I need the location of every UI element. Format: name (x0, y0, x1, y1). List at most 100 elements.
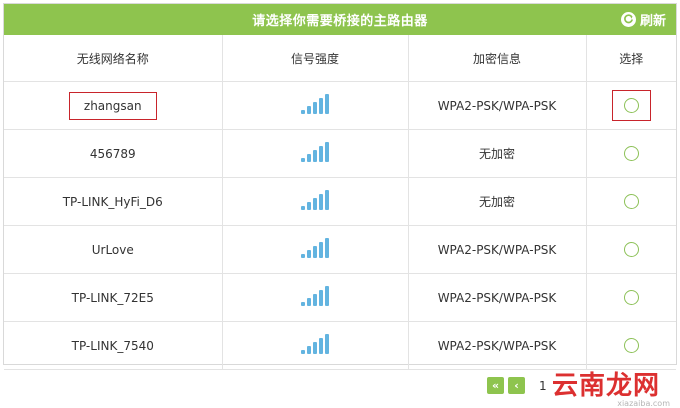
table-header-row: 无线网络名称 信号强度 加密信息 选择 (4, 35, 676, 82)
wifi-signal-icon (301, 190, 329, 210)
signal-bar (301, 110, 305, 114)
first-page-button[interactable]: « (487, 377, 504, 394)
select-radio-button[interactable] (623, 194, 639, 209)
refresh-icon (620, 12, 636, 27)
select-radio-button[interactable] (623, 242, 639, 257)
encryption-cell: WPA2-PSK/WPA-PSK (408, 273, 587, 322)
column-header-encryption: 加密信息 (408, 35, 587, 82)
signal-bar (319, 242, 323, 258)
signal-bar (325, 94, 329, 114)
signal-bar (307, 106, 311, 114)
signal-cell (222, 225, 409, 274)
signal-bar (325, 238, 329, 258)
select-radio-button[interactable] (623, 338, 639, 353)
signal-bar (325, 142, 329, 162)
radio-wrapper (623, 338, 639, 353)
signal-bar (301, 158, 305, 162)
signal-bar (319, 98, 323, 114)
ssid-label: UrLove (91, 242, 134, 257)
signal-cell (222, 129, 409, 178)
table-row[interactable]: TP-LINK_7540 WPA2-PSK/WPA-PSK (4, 321, 676, 370)
table-row[interactable]: TP-LINK_72E5 WPA2-PSK/WPA-PSK (4, 273, 676, 322)
ssid-label: TP-LINK_72E5 (71, 290, 154, 305)
ssid-cell: zhangsan (4, 81, 223, 130)
watermark-logo: 云南龙网 (551, 371, 660, 401)
radio-wrapper (623, 146, 639, 161)
signal-bar (301, 254, 305, 258)
signal-bar (319, 290, 323, 306)
signal-cell (222, 81, 409, 130)
signal-bar (313, 246, 317, 258)
signal-bar (307, 202, 311, 210)
refresh-label: 刷新 (639, 14, 666, 29)
radio-wrapper (623, 194, 639, 209)
select-cell (586, 321, 676, 370)
signal-bar (313, 342, 317, 354)
select-cell (586, 225, 676, 274)
column-header-select: 选择 (586, 35, 676, 82)
signal-bar (325, 334, 329, 354)
ssid-cell: UrLove (4, 225, 223, 274)
panel-header: 请选择你需要桥接的主路由器 刷新 (4, 4, 676, 35)
signal-bar (313, 294, 317, 306)
ssid-cell: TP-LINK_7540 (4, 321, 223, 370)
watermark-url: xiazaiba.com (617, 399, 670, 408)
select-radio-button[interactable] (623, 290, 639, 305)
signal-bar (325, 286, 329, 306)
signal-cell (222, 321, 409, 370)
pagination: « ‹ 1 (487, 377, 547, 394)
select-cell (586, 177, 676, 226)
wifi-signal-icon (301, 94, 329, 114)
encryption-cell: 无加密 (408, 129, 587, 178)
select-radio-button[interactable] (623, 146, 639, 161)
select-cell (586, 129, 676, 178)
column-header-ssid: 无线网络名称 (4, 35, 223, 82)
ssid-cell: TP-LINK_HyFi_D6 (4, 177, 223, 226)
signal-bar (301, 302, 305, 306)
signal-bar (313, 198, 317, 210)
signal-bar (319, 194, 323, 210)
select-radio-button[interactable] (623, 98, 639, 113)
encryption-cell: 无加密 (408, 177, 587, 226)
ssid-label: 456789 (89, 146, 136, 161)
wifi-signal-icon (301, 334, 329, 354)
prev-page-button[interactable]: ‹ (508, 377, 525, 394)
wifi-signal-icon (301, 238, 329, 258)
encryption-cell: WPA2-PSK/WPA-PSK (408, 81, 587, 130)
signal-bar (301, 206, 305, 210)
signal-cell (222, 273, 409, 322)
bridge-router-panel: 请选择你需要桥接的主路由器 刷新 无线网络名称 信号强度 加密信息 选择 zha… (3, 3, 677, 370)
select-cell (586, 273, 676, 322)
wifi-network-table: 无线网络名称 信号强度 加密信息 选择 zhangsan WPA2-PSK/WPA… (4, 35, 676, 370)
ssid-label: TP-LINK_7540 (71, 338, 154, 353)
ssid-label: zhangsan (68, 91, 157, 120)
signal-bar (307, 346, 311, 354)
ssid-label: TP-LINK_HyFi_D6 (62, 194, 163, 209)
signal-bar (307, 298, 311, 306)
table-row[interactable]: zhangsan WPA2-PSK/WPA-PSK (4, 81, 676, 130)
wifi-signal-icon (301, 142, 329, 162)
encryption-cell: WPA2-PSK/WPA-PSK (408, 225, 587, 274)
signal-bar (313, 150, 317, 162)
radio-wrapper (623, 290, 639, 305)
signal-bar (319, 338, 323, 354)
encryption-cell: WPA2-PSK/WPA-PSK (408, 321, 587, 370)
table-row[interactable]: TP-LINK_HyFi_D6 无加密 (4, 177, 676, 226)
signal-bar (319, 146, 323, 162)
select-cell (586, 81, 676, 130)
signal-cell (222, 177, 409, 226)
ssid-cell: 456789 (4, 129, 223, 178)
ssid-cell: TP-LINK_72E5 (4, 273, 223, 322)
panel-title: 请选择你需要桥接的主路由器 (252, 14, 428, 29)
table-row[interactable]: UrLove WPA2-PSK/WPA-PSK (4, 225, 676, 274)
refresh-button[interactable]: 刷新 (620, 4, 666, 35)
signal-bar (307, 250, 311, 258)
chevron-left-icon: ‹ (514, 379, 519, 392)
wifi-signal-icon (301, 286, 329, 306)
signal-bar (325, 190, 329, 210)
signal-bar (313, 102, 317, 114)
signal-bar (307, 154, 311, 162)
signal-bar (301, 350, 305, 354)
table-row[interactable]: 456789 无加密 (4, 129, 676, 178)
current-page[interactable]: 1 (539, 379, 547, 393)
